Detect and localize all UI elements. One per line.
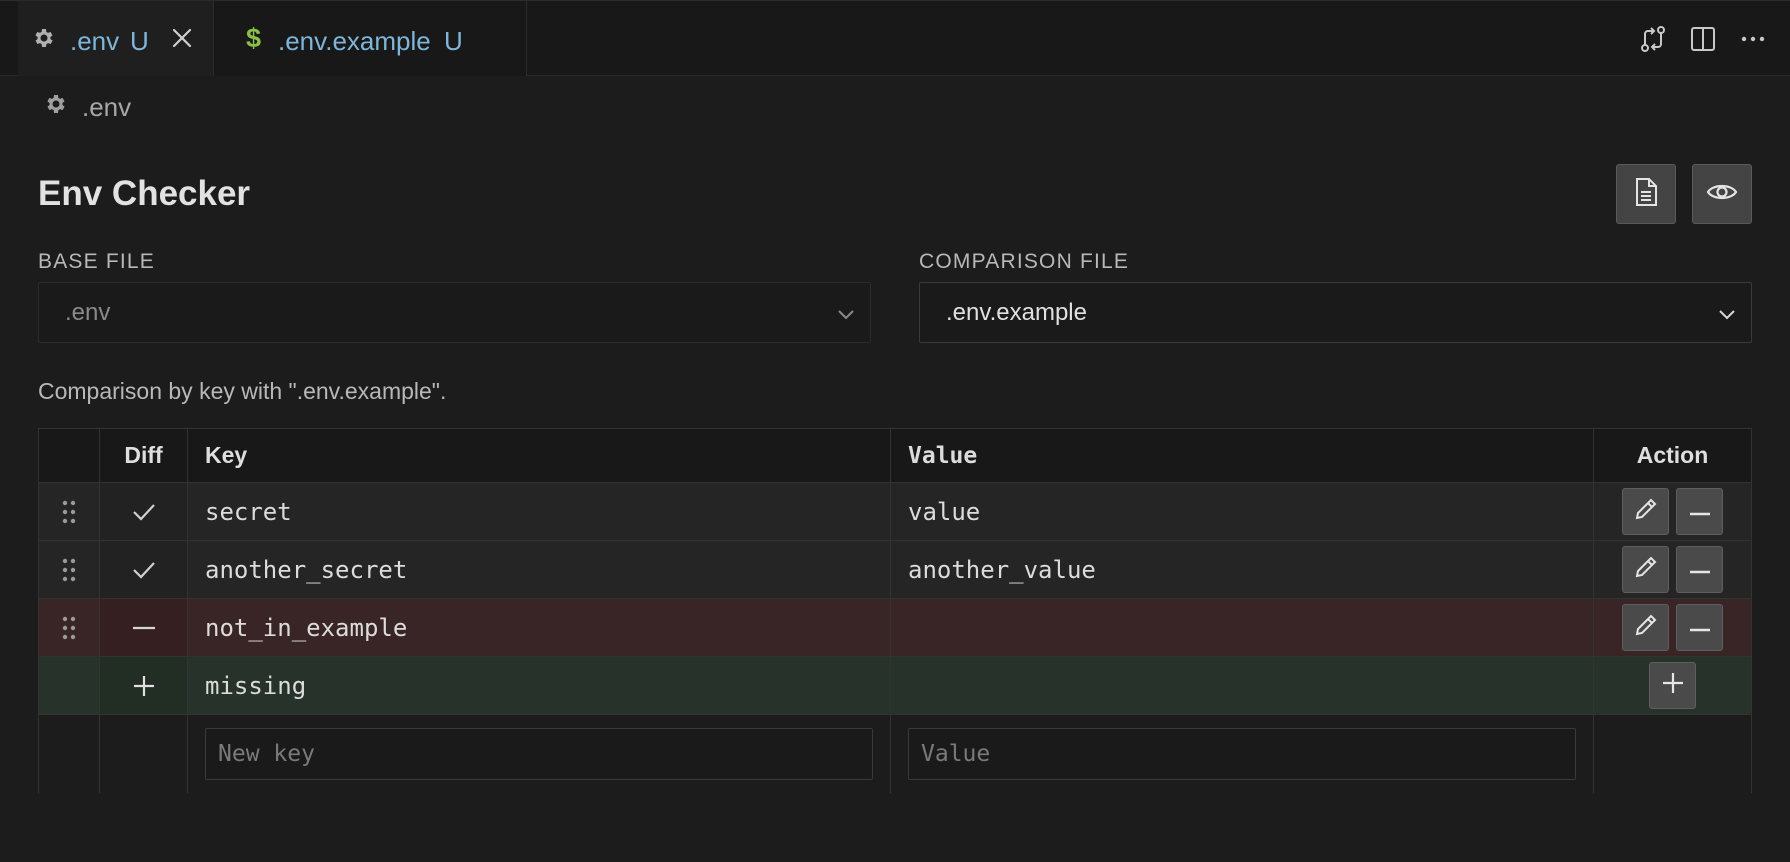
compare-changes-icon[interactable] [1638,23,1668,55]
table-row: another_secret another_value [39,541,1751,599]
new-entry-row [39,715,1751,793]
untracked-badge: U [444,26,463,56]
breadcrumb-label: .env [82,92,132,122]
row-actions [1594,657,1751,714]
table-header: Diff Key Value Action [39,429,1751,483]
new-key-input[interactable] [205,728,873,780]
add-key-button[interactable] [1649,662,1696,709]
row-key[interactable]: secret [188,483,891,540]
drag-handle-icon[interactable] [39,599,100,656]
editor-tab-bar: .env U $ .env.example U [0,0,1790,76]
drag-cell [39,657,100,714]
untracked-badge: U [130,26,149,56]
table-row: missing [39,657,1751,715]
key-header: Key [188,429,891,482]
drag-header [39,429,100,482]
check-icon [100,541,188,598]
value-header: Value [891,429,1594,482]
row-value[interactable]: another_value [891,541,1594,598]
row-actions [1594,483,1751,540]
pencil-icon [1633,612,1659,643]
minus-icon [1689,561,1711,579]
row-value[interactable]: value [891,483,1594,540]
drag-handle-icon[interactable] [39,541,100,598]
edit-button[interactable] [1622,488,1669,535]
remove-button[interactable] [1676,546,1723,593]
diff-header: Diff [100,429,188,482]
row-key[interactable]: not_in_example [188,599,891,656]
row-key[interactable]: another_secret [188,541,891,598]
comparison-file-label: COMPARISON FILE [919,250,1130,273]
check-icon [100,483,188,540]
edit-button[interactable] [1622,546,1669,593]
row-value[interactable] [891,599,1594,656]
preview-button[interactable] [1692,164,1752,224]
table-row: secret value [39,483,1751,541]
eye-icon [1706,181,1738,208]
table-row: not_in_example [39,599,1751,657]
row-actions [1594,599,1751,656]
row-actions [1594,541,1751,598]
plus-icon [100,657,188,714]
env-table: Diff Key Value Action secret value anoth… [38,428,1752,793]
page-title: Env Checker [38,174,251,213]
drag-handle-icon[interactable] [39,483,100,540]
tab-env-example[interactable]: $ .env.example U [214,1,527,76]
chevron-down-icon [836,303,856,331]
open-file-button[interactable] [1616,164,1676,224]
row-value[interactable] [891,657,1594,714]
minus-icon [1689,619,1711,637]
row-key[interactable]: missing [188,657,891,714]
new-value-input[interactable] [908,728,1576,780]
new-key-cell [188,715,891,793]
tab-env[interactable]: .env U [18,1,214,76]
minus-icon [1689,503,1711,521]
minus-icon [100,599,188,656]
new-value-cell [891,715,1594,793]
editor-actions [1638,23,1768,55]
document-icon [1632,177,1660,212]
plus-icon [1662,672,1684,699]
comparison-description: Comparison by key with ".env.example". [38,378,447,404]
chevron-down-icon [1717,303,1737,331]
comparison-file-select[interactable]: .env.example [919,282,1752,343]
base-file-label: BASE FILE [38,250,156,273]
pencil-icon [1633,496,1659,527]
split-editor-icon[interactable] [1688,23,1718,55]
breadcrumb[interactable]: .env [44,92,131,123]
tab-label: .env.example [278,26,431,56]
dollar-icon: $ [246,23,262,53]
base-file-select[interactable]: .env [38,282,871,343]
drag-cell [39,715,100,793]
pencil-icon [1633,554,1659,585]
action-header: Action [1636,442,1709,468]
diff-cell [100,715,188,793]
base-file-value: .env [65,298,111,326]
remove-button[interactable] [1676,604,1723,651]
remove-button[interactable] [1676,488,1723,535]
new-action-cell [1594,715,1751,793]
edit-button[interactable] [1622,604,1669,651]
more-actions-icon[interactable] [1738,23,1768,55]
gear-icon [44,92,68,123]
gear-icon [32,26,56,57]
tab-label: .env [70,26,120,56]
close-icon[interactable] [170,26,194,57]
comparison-file-value: .env.example [946,298,1087,326]
